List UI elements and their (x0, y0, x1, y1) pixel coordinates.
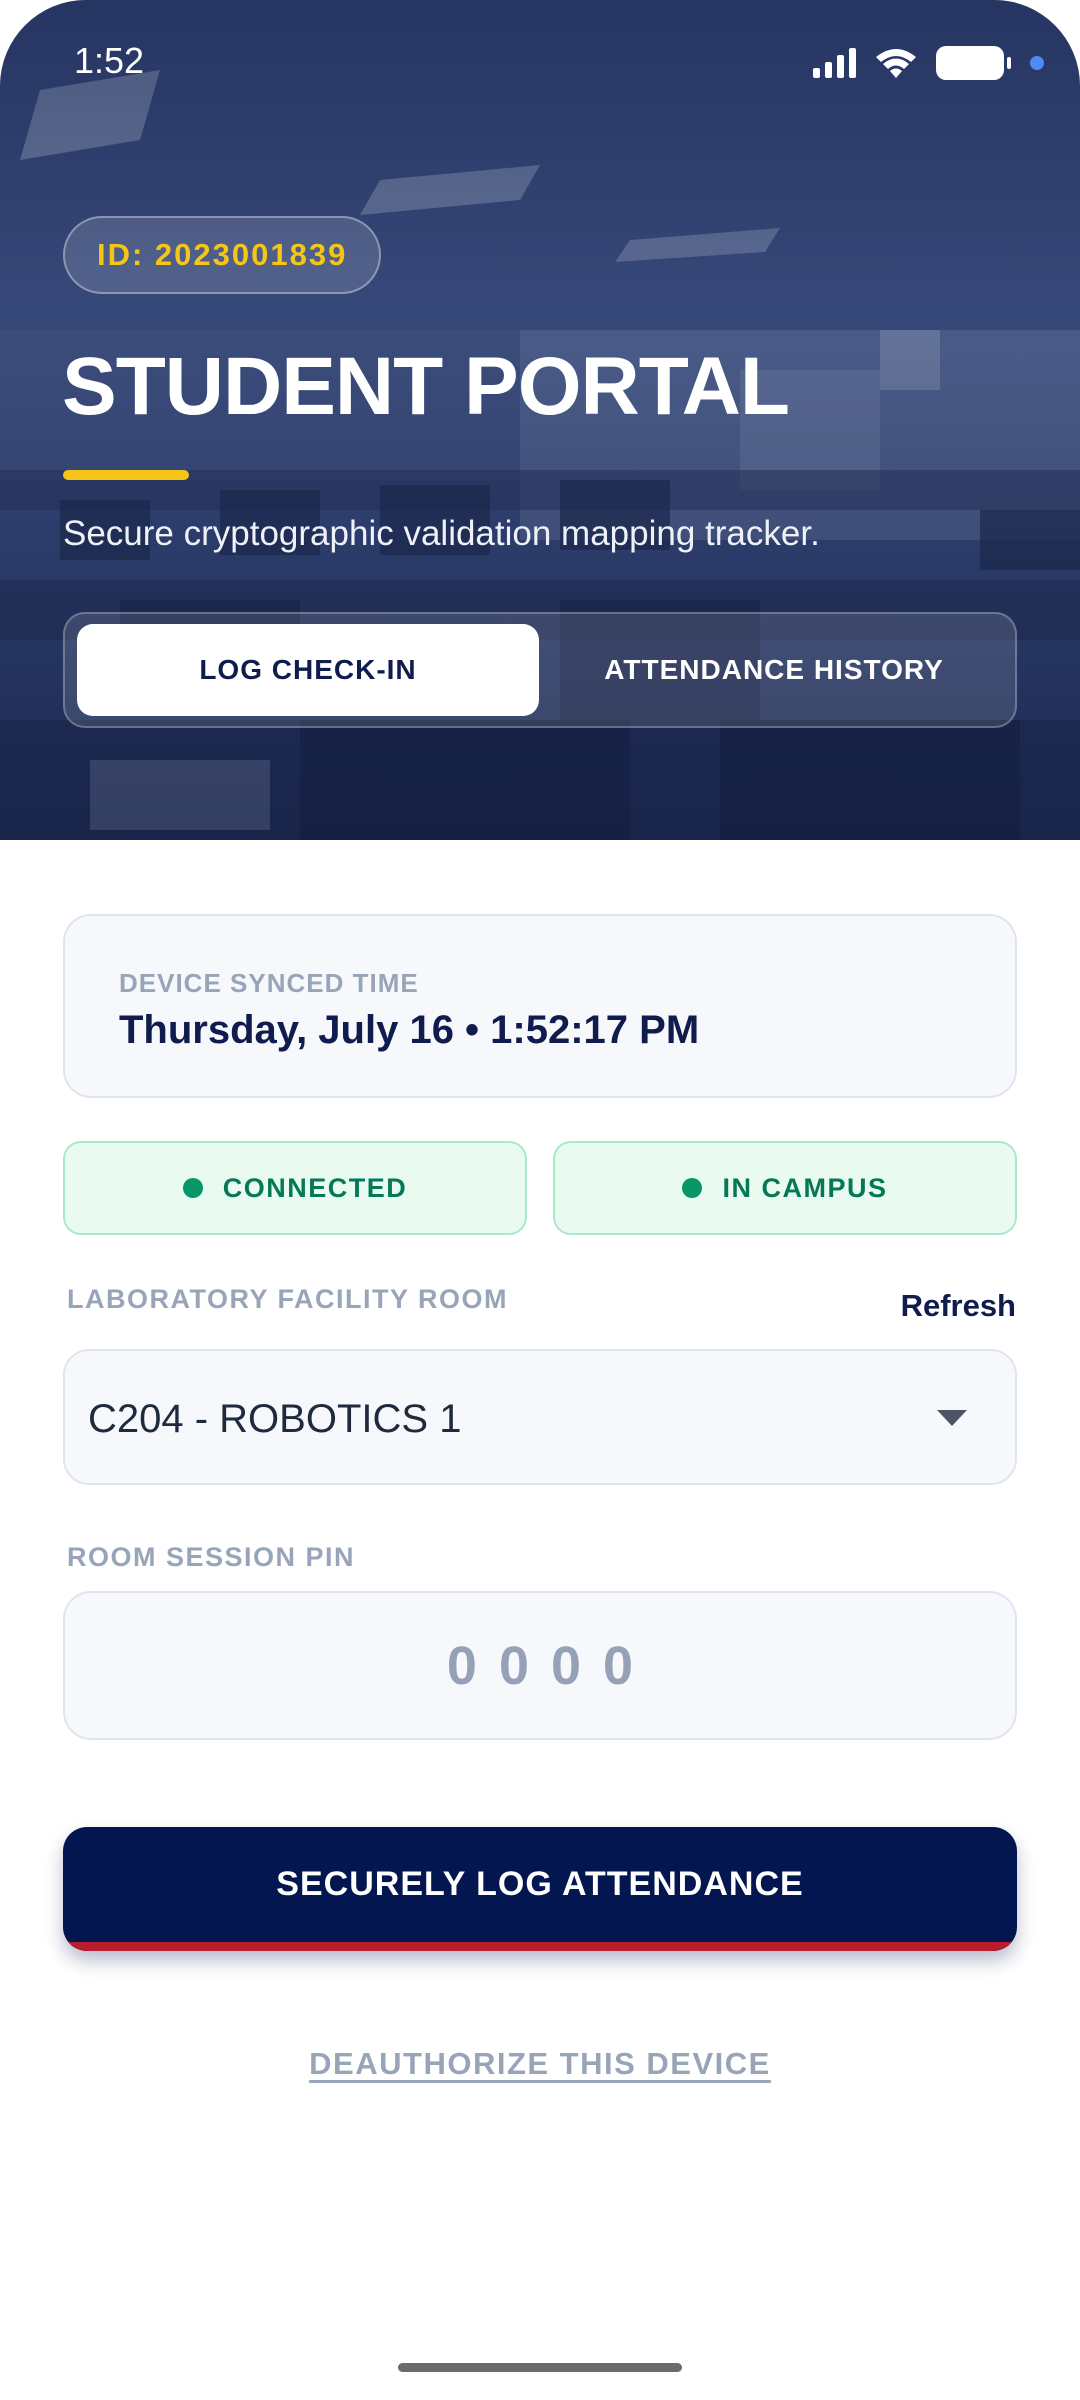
synced-time-label: DEVICE SYNCED TIME (119, 968, 419, 998)
submit-button-label: SECURELY LOG ATTENDANCE (276, 1865, 804, 1903)
room-select-value: C204 - ROBOTICS 1 (88, 1397, 462, 1441)
in-campus-status-label: IN CAMPUS (722, 1172, 888, 1203)
chevron-down-icon (937, 1410, 967, 1426)
in-campus-status-badge: IN CAMPUS (553, 1141, 1017, 1235)
room-select[interactable]: C204 - ROBOTICS 1 (63, 1349, 1017, 1485)
phone-screen: 1:52 ID: 2023001839 STUDENT PORTAL Secur… (0, 0, 1080, 2400)
deauthorize-device-link[interactable]: DEAUTHORIZE THIS DEVICE (0, 2046, 1080, 2082)
tab-attendance-history[interactable]: ATTENDANCE HISTORY (543, 624, 1005, 716)
securely-log-attendance-button[interactable]: SECURELY LOG ATTENDANCE (63, 1827, 1017, 1951)
privacy-indicator-icon (1030, 56, 1044, 70)
status-dot-icon (682, 1178, 703, 1198)
refresh-button[interactable]: Refresh (901, 1288, 1016, 1324)
session-pin-input[interactable]: 0000 (63, 1591, 1017, 1740)
connected-status-label: CONNECTED (222, 1172, 408, 1203)
page-subtitle: Secure cryptographic validation mapping … (63, 514, 820, 553)
synced-time-value: Thursday, July 16 • 1:52:17 PM (119, 1008, 700, 1052)
pin-field-label: ROOM SESSION PIN (67, 1542, 356, 1572)
title-underline (63, 470, 189, 480)
device-synced-time-card: DEVICE SYNCED TIME Thursday, July 16 • 1… (63, 914, 1017, 1098)
room-field-label: LABORATORY FACILITY ROOM (67, 1284, 509, 1314)
home-indicator[interactable] (398, 2363, 682, 2372)
tab-log-check-in[interactable]: LOG CHECK-IN (77, 624, 539, 716)
student-id-badge: ID: 2023001839 (63, 216, 382, 294)
status-bar: 1:52 (0, 0, 1080, 130)
status-dot-icon (182, 1178, 203, 1198)
hero-header: 1:52 ID: 2023001839 STUDENT PORTAL Secur… (0, 0, 1080, 840)
button-accent-bar (63, 1942, 1017, 1951)
tab-bar: LOG CHECK-IN ATTENDANCE HISTORY (63, 612, 1017, 728)
page-title: STUDENT PORTAL (62, 341, 790, 432)
status-icons (813, 46, 1044, 80)
connected-status-badge: CONNECTED (63, 1141, 527, 1235)
cellular-signal-icon (813, 48, 856, 78)
battery-icon (936, 46, 1011, 80)
status-time: 1:52 (74, 40, 145, 81)
wifi-icon (876, 49, 916, 78)
